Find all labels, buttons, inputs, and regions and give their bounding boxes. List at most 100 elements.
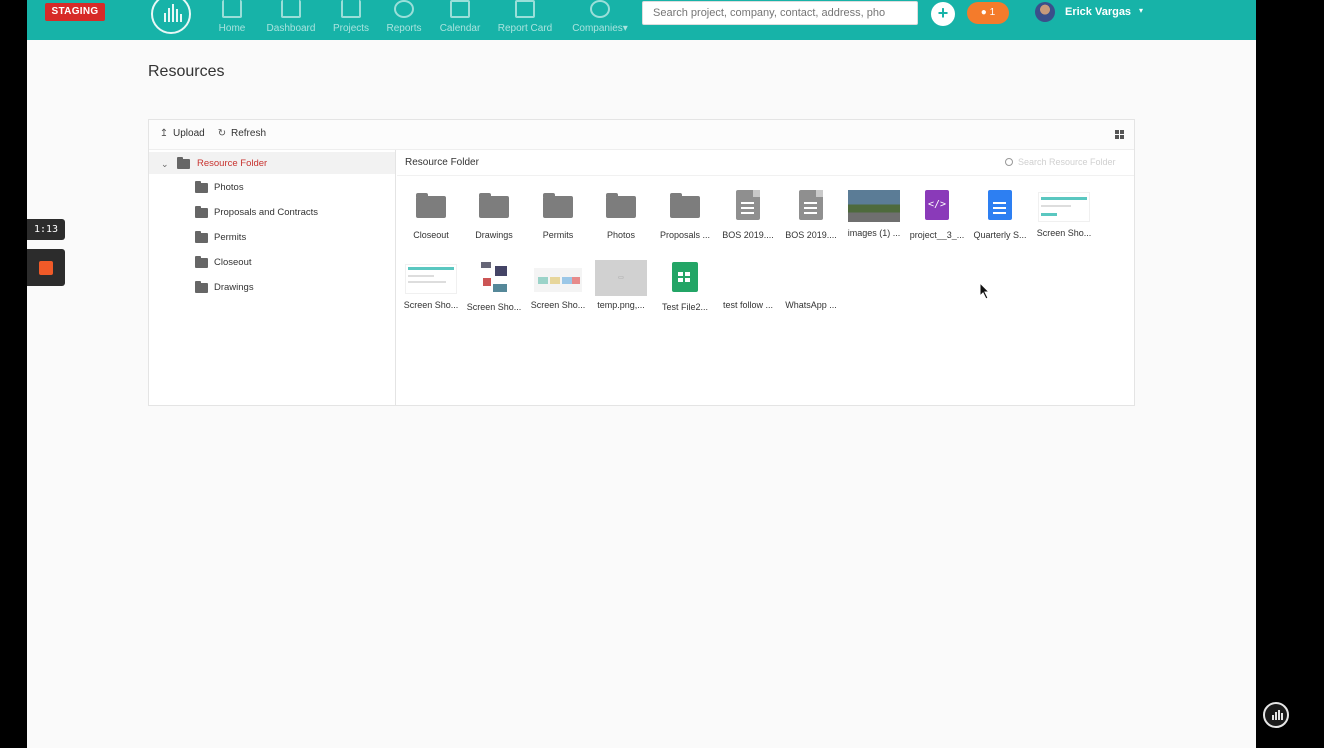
google-doc-icon [988, 190, 1012, 220]
file-name: Screen Sho... [403, 300, 459, 310]
reports-target-icon [394, 0, 414, 18]
breadcrumb: Resource Folder [405, 157, 479, 168]
file-item[interactable]: Quarterly S... [968, 190, 1032, 250]
dashboard-icon [281, 0, 301, 18]
folder-tree: ⌄ Resource Folder Photos Proposals and C… [149, 150, 396, 405]
file-item[interactable]: test follow ... [716, 262, 780, 322]
folder-icon [670, 193, 700, 218]
upload-button[interactable]: ↥ Upload [159, 128, 205, 139]
stop-recording-button[interactable] [27, 249, 65, 286]
file-item[interactable]: Proposals ... [653, 192, 717, 252]
folder-icon [416, 193, 446, 218]
file-thumbnail [722, 264, 774, 294]
nav-reports[interactable]: Reports [384, 0, 424, 40]
file-name: temp.png,... [597, 300, 645, 310]
nav-dashboard[interactable]: Dashboard [263, 0, 319, 40]
divider [397, 175, 1134, 176]
chevron-down-icon[interactable]: ⌄ [161, 159, 169, 170]
avatar[interactable] [1035, 2, 1055, 22]
refresh-icon: ↻ [217, 128, 227, 139]
file-name: Proposals ... [659, 230, 711, 240]
grid-view-icon[interactable] [1115, 130, 1124, 139]
app-logo-icon[interactable] [151, 0, 191, 34]
chevron-down-icon: ▾ [622, 23, 628, 34]
home-chart-icon [222, 0, 242, 18]
file-item[interactable]: BOS 2019.... [779, 190, 843, 250]
user-name[interactable]: Erick Vargas [1065, 6, 1131, 18]
tree-item-label: Permits [214, 232, 247, 243]
code-file-icon: </> [925, 190, 949, 220]
image-thumbnail [848, 190, 900, 222]
folder-icon [479, 193, 509, 218]
file-thumbnail [785, 264, 837, 294]
user-menu-chevron-icon[interactable]: ▾ [1139, 6, 1143, 15]
folder-search-input[interactable]: Search Resource Folder [1005, 153, 1130, 171]
nav-calendar[interactable]: Calendar [436, 0, 484, 40]
refresh-button[interactable]: ↻ Refresh [217, 128, 266, 139]
report-card-icon [515, 0, 535, 18]
file-name: WhatsApp ... [785, 300, 837, 310]
screenshot-thumbnail [1038, 192, 1090, 222]
tree-item-resource-folder[interactable]: ⌄ Resource Folder [149, 152, 395, 174]
file-manager: ↥ Upload ↻ Refresh ⌄ Resource Folder Photo… [148, 119, 1135, 406]
folder-icon [195, 231, 208, 243]
file-name: Screen Sho... [1036, 228, 1092, 238]
screenshot-thumbnail [477, 258, 511, 300]
file-item[interactable]: Screen Sho... [1032, 190, 1096, 250]
file-name: Screen Sho... [466, 302, 522, 312]
nav-home[interactable]: Home [215, 0, 249, 40]
file-item[interactable]: WhatsApp ... [779, 262, 843, 322]
page-title: Resources [148, 63, 225, 80]
file-item[interactable]: Closeout [399, 192, 463, 252]
nav-companies[interactable]: Companies▾ [568, 0, 632, 40]
file-item[interactable]: ▭ temp.png,... [589, 260, 653, 322]
folder-search-placeholder: Search Resource Folder [1018, 157, 1116, 167]
tree-root-label: Resource Folder [197, 158, 268, 169]
folder-icon [195, 256, 208, 268]
upload-label: Upload [173, 128, 205, 139]
file-item[interactable]: Photos [589, 192, 653, 252]
file-item[interactable]: images (1) ... [842, 190, 906, 250]
upload-icon: ↥ [159, 128, 169, 139]
file-manager-toolbar: ↥ Upload ↻ Refresh [149, 120, 1134, 150]
screenshot-thumbnail [405, 264, 457, 294]
file-name: Test File2... [661, 302, 708, 312]
folder-icon [195, 206, 208, 218]
tree-item-label: Closeout [214, 257, 252, 268]
file-name: Drawings [475, 230, 513, 240]
file-item[interactable]: Screen Sho... [399, 262, 463, 322]
google-sheet-icon [672, 262, 698, 292]
file-item[interactable]: Drawings [462, 192, 526, 252]
file-item[interactable]: Screen Sho... [462, 258, 526, 322]
file-item[interactable]: BOS 2019.... [716, 190, 780, 250]
document-icon [736, 190, 760, 220]
companies-user-icon [590, 0, 610, 18]
file-item[interactable]: </> project__3_... [905, 190, 969, 250]
projects-icon [341, 0, 361, 18]
file-item[interactable]: Test File2... [653, 262, 717, 322]
folder-icon [177, 157, 190, 169]
file-name: Photos [606, 230, 636, 240]
file-name: images (1) ... [847, 228, 901, 238]
file-name: test follow ... [722, 300, 774, 310]
notifications-badge[interactable]: ● 1 [967, 2, 1009, 24]
screenshot-thumbnail [534, 268, 582, 292]
folder-icon [195, 281, 208, 293]
image-thumbnail: ▭ [595, 260, 647, 296]
recorder-logo-icon[interactable] [1263, 702, 1289, 728]
file-name: Quarterly S... [973, 230, 1027, 240]
folder-icon [543, 193, 573, 218]
file-name: Permits [542, 230, 574, 240]
global-search-input[interactable] [642, 1, 918, 25]
notification-count: 1 [989, 7, 996, 18]
mouse-cursor-icon [979, 282, 991, 300]
add-button[interactable]: + [931, 2, 955, 26]
refresh-label: Refresh [231, 128, 267, 139]
file-item[interactable]: Permits [526, 192, 590, 252]
top-navigation-bar: STAGING Home Dashboard Projects Reports … [27, 0, 1256, 40]
nav-projects[interactable]: Projects [330, 0, 372, 40]
nav-report-card[interactable]: Report Card [495, 0, 555, 40]
file-item[interactable]: Screen Sho... [526, 262, 590, 322]
staging-badge: STAGING [45, 3, 105, 21]
bell-icon: ● [980, 7, 987, 18]
